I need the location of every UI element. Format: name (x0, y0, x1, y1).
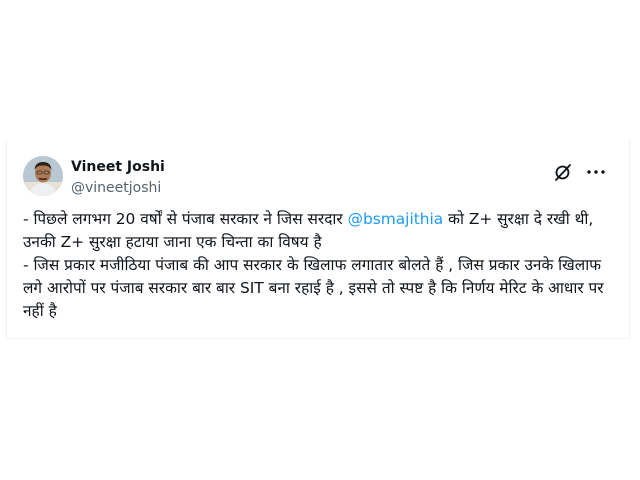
mention-link[interactable]: @bsmajithia (348, 210, 444, 228)
tweet-text: - पिछले लगभग 20 वर्षों से पंजाब सरकार ने… (23, 208, 613, 323)
more-icon[interactable] (585, 162, 607, 182)
tweet-card[interactable]: Vineet Joshi @vineetjoshi - पिछले लगभग 2… (6, 140, 630, 339)
grok-icon[interactable] (553, 162, 573, 182)
tweet-paragraph-1: - पिछले लगभग 20 वर्षों से पंजाब सरकार ने… (23, 208, 613, 254)
avatar-photo (23, 156, 63, 196)
author-handle[interactable]: @vineetjoshi (71, 180, 161, 196)
tweet-paragraph-2: - जिस प्रकार मजीठिया पंजाब की आप सरकार क… (23, 256, 604, 320)
tweet-text-segment: - पिछले लगभग 20 वर्षों से पंजाब सरकार ने… (23, 210, 348, 228)
avatar[interactable] (23, 156, 63, 196)
author-name[interactable]: Vineet Joshi (71, 159, 165, 175)
